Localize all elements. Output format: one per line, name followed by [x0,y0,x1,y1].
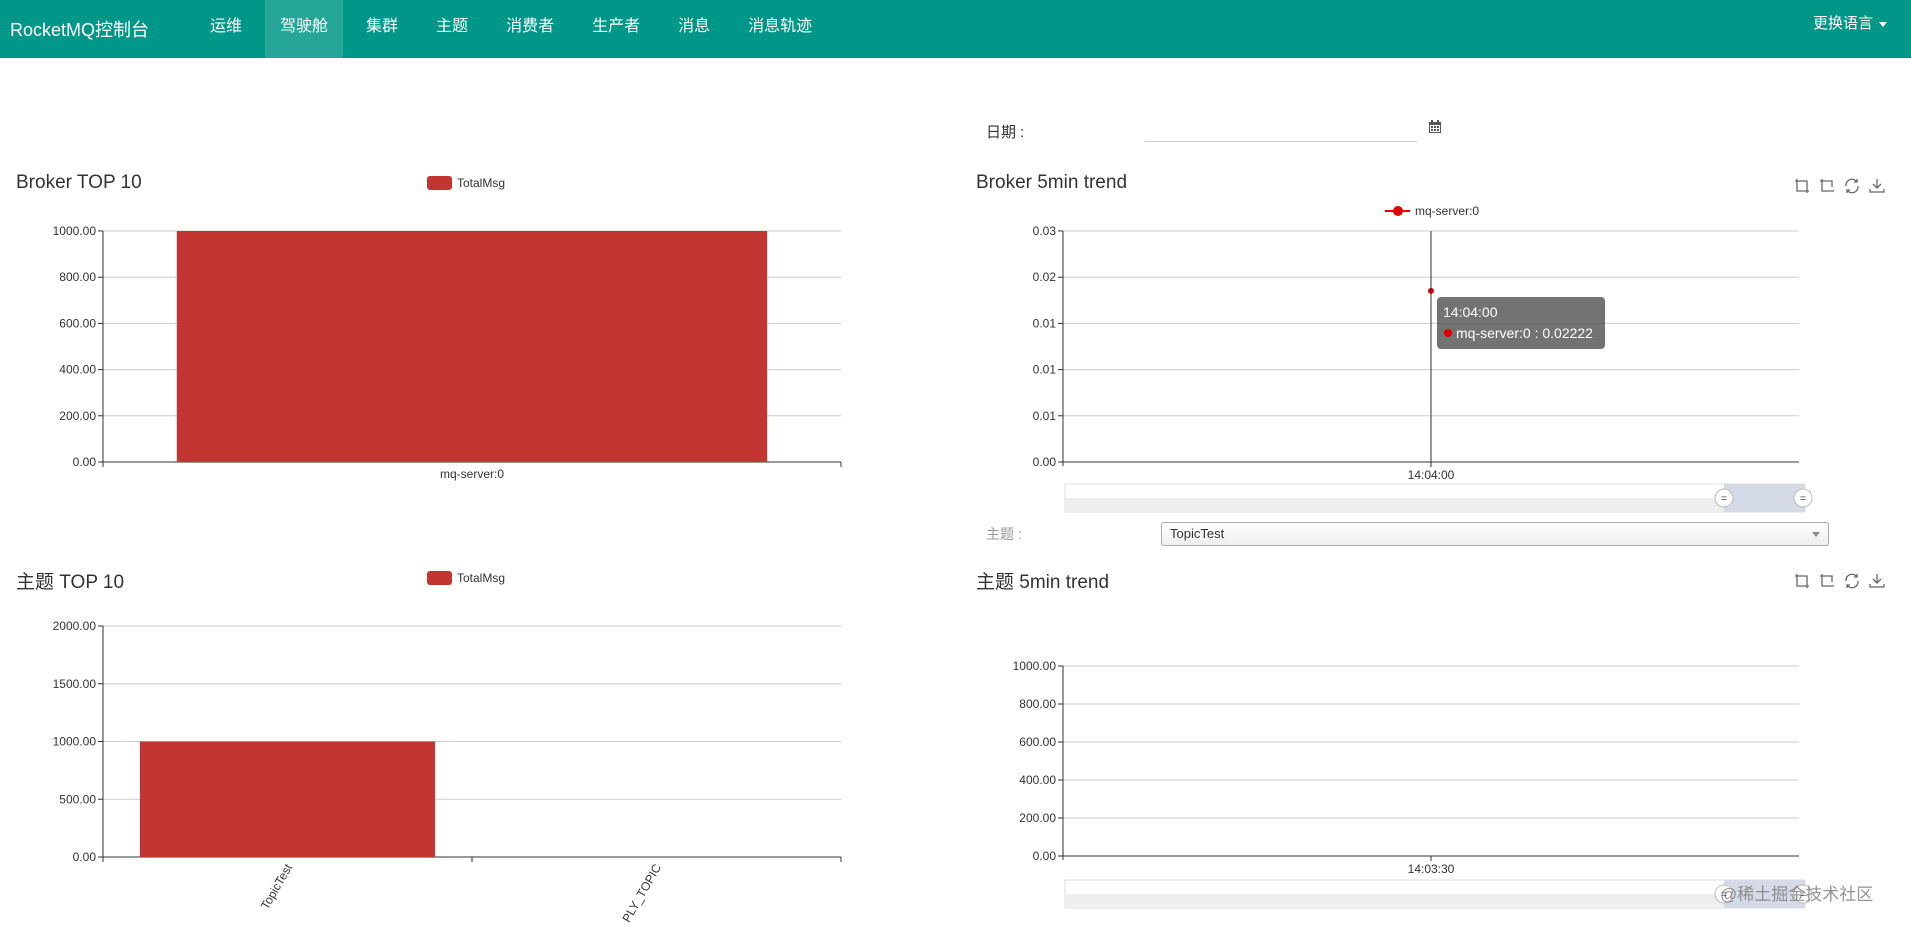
y-tick-label: 200.00 [59,409,96,423]
data-zoom-window [1724,484,1805,512]
watermark: @稀土掘金技术社区 [1720,885,1874,904]
y-tick-label: 1000.00 [53,735,97,749]
y-tick-label: 2000.00 [53,619,97,633]
y-tick-label: 0.00 [1033,849,1057,863]
y-tick-label: 0.01 [1033,409,1057,423]
y-tick-label: 800.00 [59,270,96,284]
y-tick-label: 0.00 [73,455,97,469]
y-tick-label: 0.03 [1033,224,1057,238]
legend-label: mq-server:0 [1415,204,1479,218]
y-tick-label: 0.02 [1033,270,1057,284]
legend-label: TotalMsg [457,571,505,585]
x-tick-label: 14:03:30 [1408,862,1455,876]
x-tick-label: PLY_TOPIC [620,861,665,925]
y-tick-label: 0.01 [1033,316,1057,330]
y-tick-label: 400.00 [59,363,96,377]
y-tick-label: 1000.00 [1013,659,1057,673]
x-tick-label: mq-server:0 [440,467,504,481]
slider-handle-grip: = [1800,493,1806,505]
y-tick-label: 0.00 [73,850,97,864]
y-tick-label: 1000.00 [53,224,97,238]
dashboard-charts: 0.00 200.00 400.00 600.00 800.00 1000.00 mq-se… [53,176,1813,925]
y-tick-label: 600.00 [1019,735,1056,749]
y-tick-label: 0.00 [1033,455,1057,469]
legend-label: TotalMsg [457,176,505,190]
y-tick-label: 600.00 [59,316,96,330]
legend-swatch [427,176,452,190]
x-tick-label: 14:04:00 [1408,468,1455,482]
data-zoom-track [1065,894,1805,908]
bar [139,741,436,857]
tooltip-marker [1444,329,1452,337]
y-tick-label: 200.00 [1019,811,1056,825]
data-zoom-track [1065,498,1805,512]
tooltip-title: 14:04:00 [1443,304,1498,320]
bar [176,231,768,462]
legend-marker [1393,206,1403,216]
legend-swatch [427,571,452,585]
x-tick-label: TopicTest [258,861,295,912]
y-tick-label: 0.01 [1033,363,1057,377]
slider-handle-grip: = [1721,493,1727,505]
y-tick-label: 1500.00 [53,677,97,691]
y-tick-label: 500.00 [59,792,96,806]
tooltip-text: mq-server:0 : 0.02222 [1456,325,1593,341]
y-tick-label: 400.00 [1019,773,1056,787]
y-tick-label: 800.00 [1019,697,1056,711]
